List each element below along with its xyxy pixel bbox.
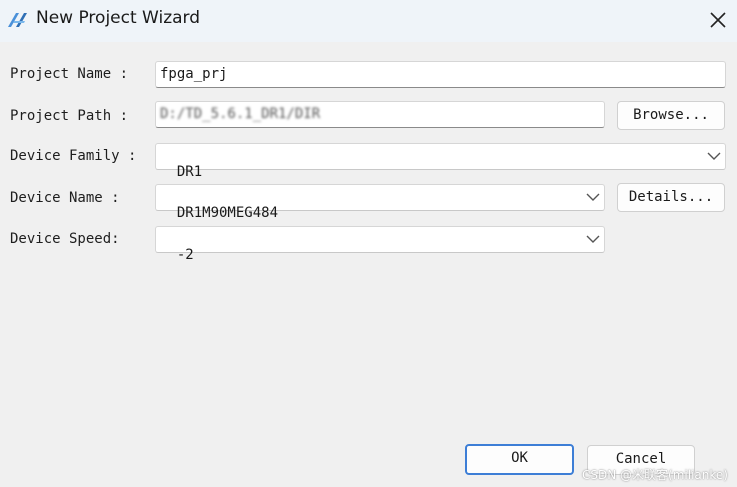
device-family-label: Device Family : [10,148,137,164]
title-bar: New Project Wizard [0,0,737,42]
project-name-label: Project Name : [10,66,129,82]
chevron-down-icon[interactable] [707,152,721,161]
project-path-input[interactable]: D:/TD_5.6.1_DR1/DIR [155,101,605,128]
device-name-label: Device Name : [10,190,120,206]
project-path-value: D:/TD_5.6.1_DR1/DIR [160,106,321,122]
close-icon[interactable] [707,9,729,31]
watermark: CSDN @米联客(milianke) [582,468,728,482]
chevron-down-icon[interactable] [586,193,600,202]
device-speed-label: Device Speed: [10,231,120,247]
device-name-value: DR1M90MEG484 [176,205,279,221]
device-family-value: DR1 [176,164,203,180]
chevron-down-icon[interactable] [586,235,600,244]
window-title: New Project Wizard [36,8,201,28]
browse-button[interactable]: Browse... [617,101,725,130]
device-family-select[interactable]: DR1 [155,143,726,180]
app-logo-icon [8,13,27,27]
project-name-input[interactable]: fpga_prj [155,61,726,88]
device-speed-value: -2 [176,247,194,263]
details-button[interactable]: Details... [617,183,725,212]
device-speed-select[interactable]: -2 [155,226,605,263]
device-name-select[interactable]: DR1M90MEG484 [155,184,605,221]
ok-button[interactable]: OK [465,444,574,475]
project-path-label: Project Path : [10,108,129,124]
